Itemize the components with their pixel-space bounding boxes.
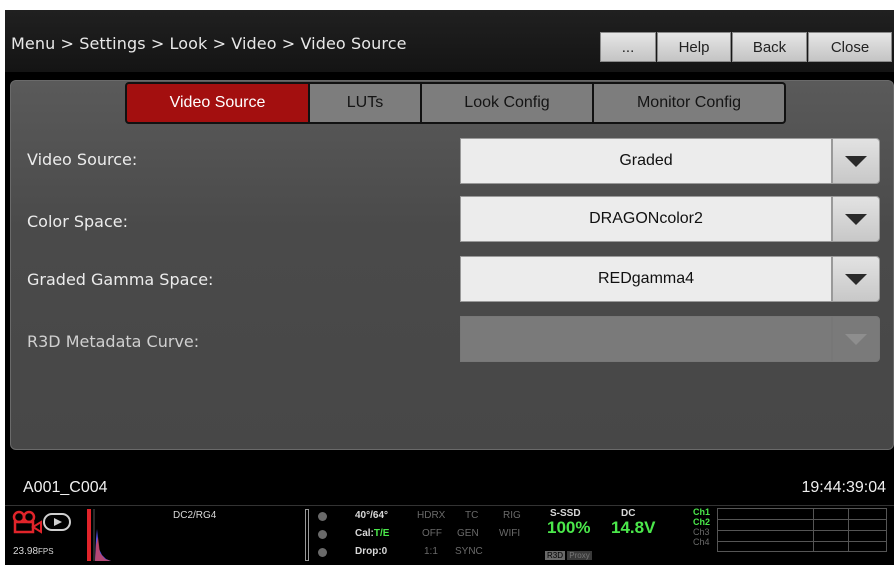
status-dot (318, 512, 327, 521)
audio-ch4: Ch4 (693, 537, 710, 547)
sync-label: SYNC (455, 546, 483, 557)
status-dot (318, 548, 327, 557)
chevron-down-icon (845, 333, 867, 345)
hdrx-label: HDRX (417, 510, 446, 521)
media-format: R3D Proxy (545, 551, 592, 560)
level-meter (305, 509, 309, 561)
cal-readout: Cal:T/E (355, 528, 390, 539)
timecode: 19:44:39:04 (801, 479, 886, 496)
graded-gamma-space-select[interactable]: REDgamma4 (460, 256, 832, 302)
tab-luts[interactable]: LUTs (310, 82, 422, 124)
hdrx-state: OFF (422, 528, 442, 539)
tc-label: TC (465, 510, 479, 521)
r3d-metadata-curve-label: R3D Metadata Curve: (27, 332, 200, 351)
chevron-down-icon (845, 155, 867, 167)
header-bar: Menu > Settings > Look > Video > Video S… (5, 10, 894, 72)
help-button[interactable]: Help (657, 32, 731, 62)
histogram-clip-indicator (87, 509, 91, 561)
audio-ch3: Ch3 (693, 527, 710, 537)
tc-state: GEN (457, 528, 479, 539)
graded-gamma-space-label: Graded Gamma Space: (27, 270, 214, 289)
histogram (93, 509, 111, 561)
video-source-select[interactable]: Graded (460, 138, 832, 184)
audio-meter (717, 508, 887, 552)
aspect-ratio: 1:1 (424, 546, 438, 557)
graded-gamma-space-dropdown-button[interactable] (832, 256, 880, 302)
status-dot (318, 530, 327, 539)
color-space-dropdown-button[interactable] (832, 196, 880, 242)
fps-display: 23.98FPS (13, 546, 54, 557)
tab-monitor-config[interactable]: Monitor Config (594, 82, 786, 124)
more-button[interactable]: ... (600, 32, 656, 62)
power-voltage: 14.8V (611, 518, 656, 537)
r3d-metadata-curve-select (460, 316, 832, 362)
chevron-down-icon (845, 273, 867, 285)
r3d-metadata-curve-dropdown-button (832, 316, 880, 362)
clip-name: A001_C004 (23, 479, 108, 496)
chevron-down-icon (845, 213, 867, 225)
color-space-label: Color Space: (27, 212, 129, 231)
media-capacity: 100% (547, 518, 591, 537)
play-icon[interactable] (43, 513, 71, 531)
tab-look-config[interactable]: Look Config (422, 82, 594, 124)
back-button[interactable]: Back (732, 32, 807, 62)
camera-screen: Menu > Settings > Look > Video > Video S… (5, 10, 894, 565)
drop-readout: Drop:0 (355, 546, 388, 557)
color-space-select[interactable]: DRAGONcolor2 (460, 196, 832, 242)
audio-ch1: Ch1 (693, 507, 711, 517)
look-label: DC2/RG4 (173, 510, 217, 521)
tab-bar: Video Source LUTs Look Config Monitor Co… (125, 82, 786, 126)
wifi-label: WIFI (499, 528, 521, 539)
close-button[interactable]: Close (808, 32, 892, 62)
tab-video-source[interactable]: Video Source (125, 82, 310, 124)
audio-ch2: Ch2 (693, 517, 711, 527)
video-source-dropdown-button[interactable] (832, 138, 880, 184)
temp-readout: 40°/64° (355, 510, 389, 521)
breadcrumb: Menu > Settings > Look > Video > Video S… (11, 34, 407, 53)
video-source-label: Video Source: (27, 150, 138, 169)
rig-label: RIG (503, 510, 521, 521)
